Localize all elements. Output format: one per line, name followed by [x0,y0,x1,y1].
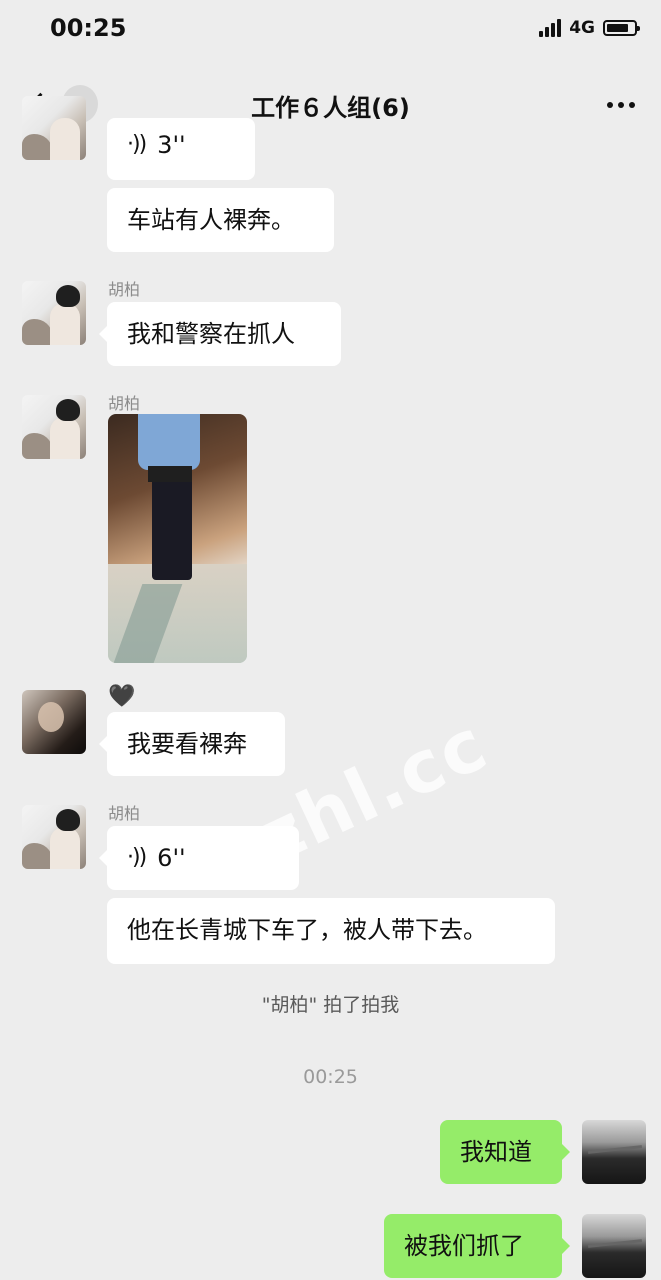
my-text-message[interactable]: 被我们抓了 [384,1214,570,1278]
image-message[interactable] [108,414,247,663]
chat-header: 1 工作６人组(6) [0,72,661,136]
sender-name: 🖤 [108,684,136,709]
message-timestamp: 00:25 [303,1066,358,1088]
voice-wave-icon: ·)) [127,845,147,870]
avatar[interactable] [22,96,86,160]
voice-duration: 3'' [157,131,186,159]
text-message[interactable]: 我和警察在抓人 [99,302,341,366]
my-text-message[interactable]: 我知道 [440,1120,570,1184]
avatar[interactable] [22,281,86,345]
more-dots-icon[interactable] [607,102,635,108]
avatar[interactable] [22,805,86,869]
battery-icon [603,20,640,36]
avatar[interactable] [22,690,86,754]
voice-duration: 6'' [157,844,186,872]
status-icons: 4G [539,18,640,38]
text-message[interactable]: 他在长青城下车了，被人带下去。 [107,898,555,964]
avatar[interactable] [22,395,86,459]
sender-name: 胡柏 [108,280,141,299]
text-message[interactable]: 我要看裸奔 [99,712,285,776]
status-time: 00:25 [50,14,127,42]
system-notice: "胡柏" 拍了拍我 [261,994,400,1016]
signal-icon [539,19,562,37]
text-message[interactable]: 车站有人裸奔。 [107,188,334,252]
sender-name: 胡柏 [108,394,141,413]
voice-message[interactable]: ·)) 3'' [107,118,255,180]
network-label: 4G [569,18,595,38]
voice-wave-icon: ·)) [127,132,147,157]
my-avatar[interactable] [582,1214,646,1278]
sender-name: 胡柏 [108,804,141,823]
status-bar: 00:25 4G [0,0,661,64]
my-avatar[interactable] [582,1120,646,1184]
chat-title: 工作６人组(6) [251,94,410,122]
